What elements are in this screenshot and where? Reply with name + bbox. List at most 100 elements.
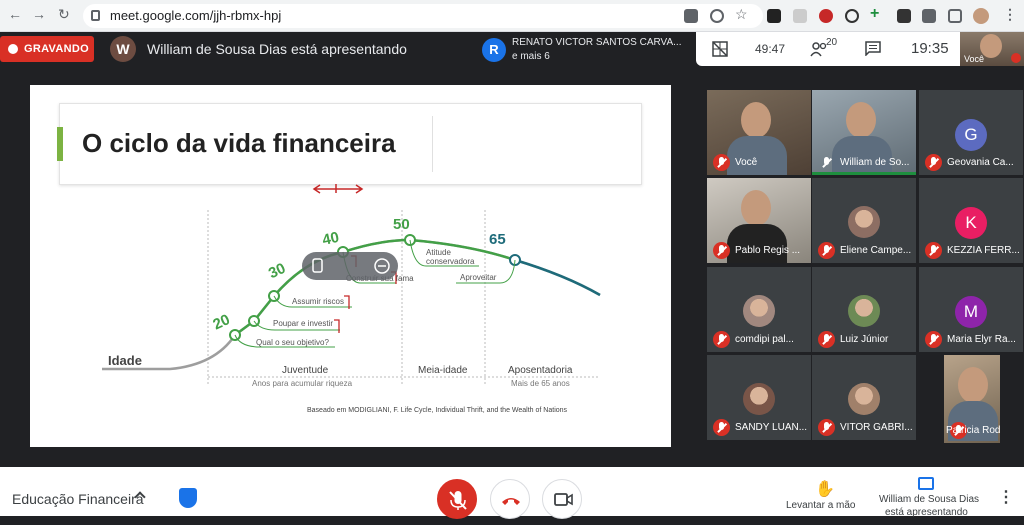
mic-off-icon xyxy=(1011,53,1021,63)
menu-icon[interactable]: ⋮ xyxy=(1003,6,1017,22)
mic-toggle-button[interactable] xyxy=(437,479,477,519)
slide-credit: Baseado em MODIGLIANI, F. Life Cycle, In… xyxy=(307,407,568,414)
participant-tile[interactable]: K KEZZIA FERR... xyxy=(919,178,1023,263)
step-label: Poupar e investir xyxy=(273,319,333,328)
mic-off-icon xyxy=(925,154,942,171)
phase-label: Meia-idade xyxy=(418,365,468,376)
axis-label: Idade xyxy=(108,353,142,368)
extension-icon[interactable]: + xyxy=(870,5,884,22)
clock: 19:35 xyxy=(911,40,949,57)
presenter-text: William de Sousa Dias está apresentando xyxy=(147,41,407,57)
phase-note: Mais de 65 anos xyxy=(511,379,570,388)
mic-off-icon xyxy=(818,242,835,259)
annotation-arrow xyxy=(312,184,364,194)
participant-body xyxy=(832,136,892,175)
zoom-icon[interactable] xyxy=(710,9,724,23)
participant-tile[interactable]: Pablo Regis ... xyxy=(707,178,811,263)
recording-label: GRAVANDO xyxy=(24,43,89,55)
raise-hand-icon[interactable]: ✋ xyxy=(815,479,835,499)
step-label: conservadora xyxy=(426,257,475,266)
age-label-30: 30 xyxy=(266,260,288,282)
participant-name: Maria Elyr Ra... xyxy=(947,334,1016,345)
participant-name: William de So... xyxy=(840,157,910,168)
participant-body xyxy=(727,136,787,175)
participant-name: comdipi pal... xyxy=(735,334,794,345)
notification-avatar: R xyxy=(482,38,506,62)
life-cycle-diagram: 20 30 40 50 65 Qual o seu objetivo? Poup… xyxy=(102,184,601,388)
mic-off-icon xyxy=(713,331,730,348)
participant-tile[interactable]: Eliene Campe... xyxy=(812,178,916,263)
forward-arrow-icon[interactable]: → xyxy=(32,6,46,22)
phase-label: Juventude xyxy=(282,365,329,376)
participant-tile[interactable]: G Geovania Ca... xyxy=(919,90,1023,175)
participant-avatar xyxy=(848,295,880,327)
mic-off-icon xyxy=(925,331,942,348)
mic-off-icon xyxy=(925,242,942,259)
participant-avatar: G xyxy=(955,119,987,151)
profile-avatar[interactable] xyxy=(973,8,989,24)
participant-body xyxy=(727,224,787,263)
participant-tile[interactable]: VITOR GABRI... xyxy=(812,355,916,440)
camera-toggle-button[interactable] xyxy=(542,479,582,519)
mic-off-icon xyxy=(713,154,730,171)
chat-icon[interactable] xyxy=(865,41,881,56)
participant-video xyxy=(958,367,988,403)
extension-icon[interactable] xyxy=(767,9,781,23)
extension-icon[interactable] xyxy=(897,9,911,23)
raise-hand-label[interactable]: Levantar a mão xyxy=(786,500,856,511)
age-label-20: 20 xyxy=(210,311,232,333)
life-curve-blue xyxy=(514,258,601,297)
age-label-50: 50 xyxy=(393,216,410,233)
end-call-button[interactable] xyxy=(490,479,530,519)
present-screen-icon[interactable] xyxy=(918,477,934,490)
mic-off-icon xyxy=(713,419,730,436)
step-label: Assumir riscos xyxy=(292,297,344,306)
mic-off-icon xyxy=(818,331,835,348)
meeting-name[interactable]: Educação Financeira xyxy=(12,491,144,507)
extension-icon[interactable] xyxy=(845,9,859,23)
extension-icon[interactable] xyxy=(819,9,833,23)
extension-icon[interactable] xyxy=(793,9,807,23)
age-label-65: 65 xyxy=(489,231,506,248)
more-options-icon[interactable]: ⋮ xyxy=(998,487,1014,507)
participant-tile[interactable]: Você xyxy=(707,90,811,175)
lock-icon xyxy=(91,10,100,21)
active-speaker-bar xyxy=(812,172,916,175)
participant-tile[interactable]: Patricia Rodri... xyxy=(944,355,1000,443)
phase-label: Aposentadoria xyxy=(508,365,573,376)
recording-badge: GRAVANDO xyxy=(0,36,94,62)
star-icon[interactable]: ☆ xyxy=(735,6,749,22)
participant-video xyxy=(741,102,771,138)
cast-icon[interactable] xyxy=(948,9,962,23)
participant-avatar xyxy=(743,295,775,327)
participant-tile[interactable]: comdipi pal... xyxy=(707,267,811,352)
presentation-slide: O ciclo da vida financeira 20 30 40 50 6… xyxy=(30,85,671,447)
back-arrow-icon[interactable]: ← xyxy=(8,6,22,22)
participant-tile[interactable]: Luiz Júnior xyxy=(812,267,916,352)
camera-icon[interactable] xyxy=(684,9,698,23)
presenter-avatar: W xyxy=(110,36,136,62)
step-label: Atitude xyxy=(426,248,451,257)
participant-video xyxy=(741,190,771,226)
address-bar[interactable]: meet.google.com/jjh-rbmx-hpj xyxy=(83,4,763,28)
participant-avatar: K xyxy=(955,207,987,239)
puzzle-icon[interactable] xyxy=(922,9,936,23)
participant-avatar: M xyxy=(955,296,987,328)
presenting-line1[interactable]: William de Sousa Dias xyxy=(879,494,979,505)
shield-lock-icon[interactable] xyxy=(179,488,197,508)
participant-avatar xyxy=(848,206,880,238)
participant-tile[interactable]: M Maria Elyr Ra... xyxy=(919,267,1023,352)
participant-tile[interactable]: SANDY LUAN... xyxy=(707,355,811,440)
presenting-line2[interactable]: está apresentando xyxy=(885,507,968,518)
participant-tile[interactable]: William de So... xyxy=(812,90,916,175)
participant-name: VITOR GABRI... xyxy=(840,422,913,433)
videocam-icon xyxy=(554,493,573,506)
hangup-icon xyxy=(502,498,520,505)
participant-avatar xyxy=(848,383,880,415)
grid-off-icon[interactable] xyxy=(712,41,728,57)
mic-off-icon xyxy=(449,491,467,510)
self-view-thumbnail[interactable]: Você xyxy=(960,32,1024,66)
notification-more: e mais 6 xyxy=(512,51,550,62)
reload-icon[interactable]: ↻ xyxy=(58,6,70,23)
annotation-bracket xyxy=(334,319,340,333)
